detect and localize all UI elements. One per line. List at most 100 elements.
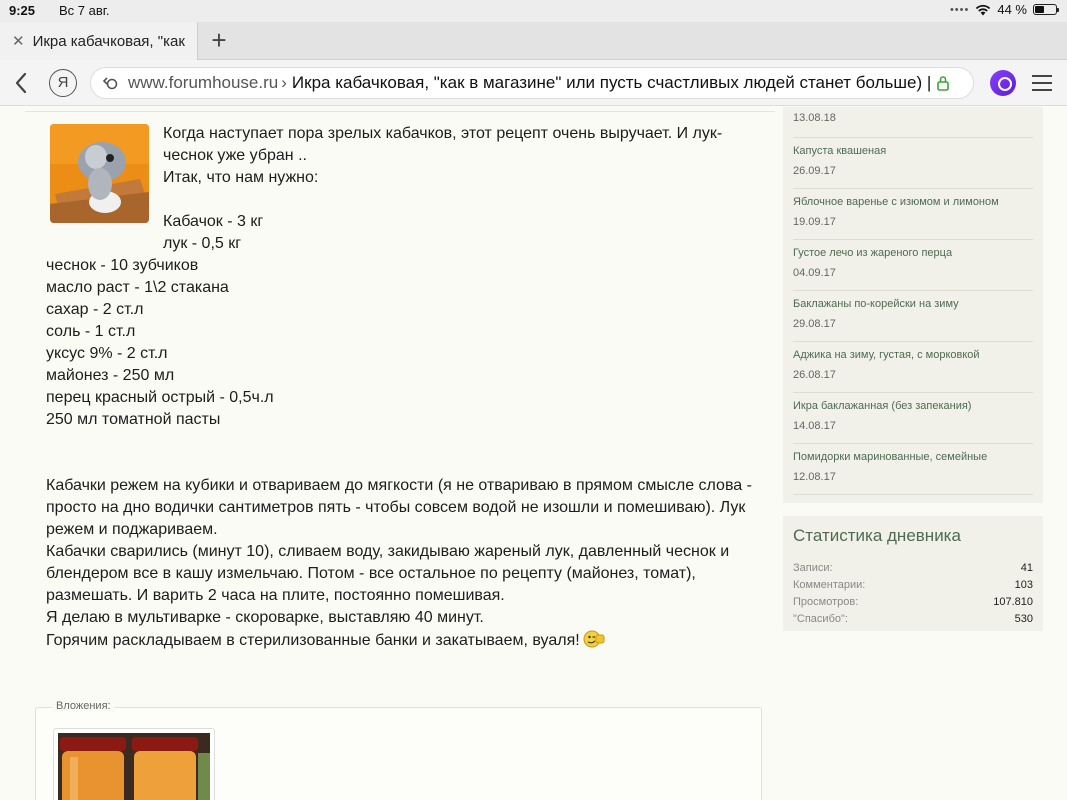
post-line: Кабачок - 3 кг <box>163 213 264 230</box>
recent-post-title[interactable]: Помидорки маринованные, семейные <box>793 451 987 463</box>
stat-value: 103 <box>1014 579 1033 591</box>
recent-post-title[interactable]: Икра баклажанная (без запекания) <box>793 400 971 412</box>
post-line: чеснок - 10 зубчиков <box>46 257 199 274</box>
recent-post-date: 29.08.17 <box>793 318 836 330</box>
recent-post-date: 14.08.17 <box>793 420 836 432</box>
recent-post-item[interactable]: Капуста квашеная 26.09.17 <box>793 138 1033 189</box>
navigation-bar: Я www.forumhouse.ru › Икра кабачковая, "… <box>0 60 1067 106</box>
post-line: Итак, что нам нужно: <box>163 169 319 186</box>
recent-post-date: 12.08.17 <box>793 471 836 483</box>
recent-posts-list: 13.08.18 Капуста квашеная 26.09.17 Яблочное… <box>783 107 1043 503</box>
jars-picture <box>58 733 210 800</box>
status-bar: 9:25 Вс 7 авг. •••• 44 % <box>0 0 1067 22</box>
battery-fill <box>1035 6 1044 13</box>
post-line: Горячим раскладываем в стерилизованные б… <box>46 629 766 652</box>
recent-post-date: 04.09.17 <box>793 267 836 279</box>
post-line: режем и поджариваем. <box>46 521 218 538</box>
status-right: •••• 44 % <box>949 2 1059 17</box>
status-date: Вс 7 авг. <box>59 3 110 18</box>
post-line: перец красный острый - 0,5ч.л <box>46 389 274 406</box>
post-line: уксус 9% - 2 ст.л <box>46 345 168 362</box>
recent-post-date: 26.09.17 <box>793 165 836 177</box>
post-line: Кабачки режем на кубики и отвариваем до … <box>46 477 752 494</box>
address-bar[interactable]: www.forumhouse.ru › Икра кабачковая, "ка… <box>90 67 974 99</box>
stat-row: Комментарии: 103 <box>793 579 1033 595</box>
post-line: просто на дно водички сантиметров пять -… <box>46 499 746 516</box>
attachment-image <box>58 733 210 800</box>
post-intro: Когда наступает пора зрелых кабачков, эт… <box>46 123 766 255</box>
stat-value: 107.810 <box>993 596 1033 608</box>
recent-post-title[interactable]: Баклажаны по-корейски на зиму <box>793 298 959 310</box>
stat-label: Записи: <box>793 562 833 574</box>
recent-post-title[interactable]: Густое лечо из жареного перца <box>793 247 952 259</box>
back-button[interactable] <box>10 70 34 96</box>
post-line: лук - 0,5 кг <box>163 235 242 252</box>
multitask-dots-icon: •••• <box>949 3 970 16</box>
recent-post-item[interactable]: 13.08.18 <box>793 107 1033 138</box>
url-domain: www.forumhouse.ru <box>128 73 279 92</box>
recent-post-title[interactable]: Аджика на зиму, густая, с морковкой <box>793 349 980 361</box>
wink-emoji-icon <box>583 629 605 649</box>
recent-post-item[interactable]: Яблочное варенье с изюмом и лимоном 19.09… <box>793 189 1033 240</box>
post-line: масло раст - 1\2 стакана <box>46 279 229 296</box>
stat-row: Записи: 41 <box>793 562 1033 578</box>
post-line: размешать. И варить 2 часа на плите, пос… <box>46 587 505 604</box>
post-recipe: чеснок - 10 зубчиков масло раст - 1\2 ста… <box>46 255 766 652</box>
post-body: Когда наступает пора зрелых кабачков, эт… <box>46 123 766 652</box>
post-line: Когда наступает пора зрелых кабачков, эт… <box>163 125 723 142</box>
stat-value: 530 <box>1014 613 1033 625</box>
site-info-icon[interactable] <box>101 74 119 92</box>
stat-row: Просмотров: 107.810 <box>793 596 1033 612</box>
close-tab-icon[interactable]: ✕ <box>12 32 25 50</box>
recent-post-item[interactable]: Аджика на зиму, густая, с морковкой 26.08… <box>793 342 1033 393</box>
menu-button[interactable] <box>1032 75 1052 91</box>
tab-title: Икра кабачковая, "как <box>32 32 185 50</box>
post-line <box>46 453 766 475</box>
new-tab-button[interactable]: + <box>205 26 233 54</box>
stats-title: Статистика дневника <box>793 526 961 545</box>
recent-post-date: 13.08.18 <box>793 112 836 124</box>
alice-assistant-button[interactable] <box>990 70 1016 96</box>
post-line: Кабачки сварились (минут 10), сливаем во… <box>46 543 730 560</box>
recent-post-date: 26.08.17 <box>793 369 836 381</box>
recent-post-item[interactable]: Икра баклажанная (без запекания) 14.08.17 <box>793 393 1033 444</box>
post-divider <box>25 111 775 112</box>
recent-post-item[interactable]: Баклажаны по-корейски на зиму 29.08.17 <box>793 291 1033 342</box>
recent-post-item[interactable]: Густое лечо из жареного перца 04.09.17 <box>793 240 1033 291</box>
post-line: сахар - 2 ст.л <box>46 301 144 318</box>
lock-icon <box>937 76 950 91</box>
stat-label: Просмотров: <box>793 596 859 608</box>
battery-percent: 44 % <box>997 2 1027 17</box>
recent-post-date: 19.09.17 <box>793 216 836 228</box>
stat-label: "Спасибо": <box>793 613 848 625</box>
yandex-button[interactable]: Я <box>49 69 77 97</box>
post-line: блендером все в кашу измельчаю. Потом - … <box>46 565 696 582</box>
battery-icon <box>1033 4 1059 15</box>
page-content: Когда наступает пора зрелых кабачков, эт… <box>0 107 1067 800</box>
post-line <box>46 189 766 211</box>
chevron-left-icon <box>15 72 27 94</box>
post-line: чеснок уже убран .. <box>163 147 307 164</box>
post-line: соль - 1 ст.л <box>46 323 136 340</box>
wifi-icon <box>975 4 991 16</box>
post-line: майонез - 250 мл <box>46 367 175 384</box>
browser-tab[interactable]: ✕ Икра кабачковая, "как <box>0 22 198 60</box>
recent-post-item[interactable]: Помидорки маринованные, семейные 12.08.17 <box>793 444 1033 495</box>
diary-stats: Статистика дневника Записи: 41 Комментарии… <box>783 516 1043 631</box>
diary-post: Когда наступает пора зрелых кабачков, эт… <box>25 107 775 800</box>
url-page-title: Икра кабачковая, "как в магазине" или пу… <box>291 73 932 92</box>
url-separator: › <box>281 73 287 92</box>
stat-row: "Спасибо": 530 <box>793 613 1033 629</box>
attachments-box: Вложения: <box>35 700 762 800</box>
stat-label: Комментарии: <box>793 579 866 591</box>
attachment-thumbnail[interactable] <box>53 728 215 800</box>
post-line: 250 мл томатной пасты <box>46 411 221 428</box>
post-line: Я делаю в мультиварке - скороварке, выст… <box>46 609 484 626</box>
attachments-label: Вложения: <box>52 700 115 712</box>
stat-value: 41 <box>1020 562 1033 574</box>
tab-bar: ✕ Икра кабачковая, "как + <box>0 22 1067 60</box>
status-time: 9:25 <box>9 3 36 18</box>
post-line <box>46 431 766 453</box>
recent-post-title[interactable]: Капуста квашеная <box>793 145 886 157</box>
recent-post-title[interactable]: Яблочное варенье с изюмом и лимоном <box>793 196 999 208</box>
